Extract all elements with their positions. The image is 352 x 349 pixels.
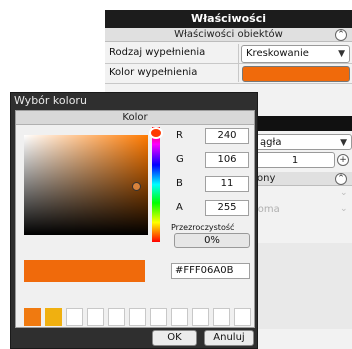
g-input[interactable]: 106 <box>205 152 249 168</box>
recent-swatch-8[interactable] <box>171 308 188 326</box>
color-marker[interactable] <box>132 182 141 191</box>
thickness-stepper[interactable]: 1 <box>255 152 335 168</box>
empty-area <box>255 243 352 329</box>
ok-button[interactable]: OK <box>152 330 197 346</box>
transparency-label: Przezroczystość <box>171 223 235 232</box>
recent-swatch-5[interactable] <box>108 308 125 326</box>
chevron-down-icon: ⌄ <box>340 188 348 198</box>
transparency-input[interactable]: 0% <box>174 233 250 248</box>
color-preview <box>24 260 145 282</box>
stepper-value: 1 <box>291 155 299 166</box>
b-input[interactable]: 11 <box>205 176 249 192</box>
cancel-button[interactable]: Anuluj <box>204 330 254 346</box>
collapse-icon[interactable]: ⌃ <box>335 29 347 41</box>
style-select[interactable]: ągła ▼ <box>255 134 352 150</box>
r-label: R <box>176 130 183 141</box>
chevron-down-icon: ⌄ <box>340 204 348 214</box>
fill-type-select[interactable]: Kreskowanie ▼ <box>241 45 350 63</box>
chevron-down-icon: ▼ <box>338 49 345 59</box>
hue-slider[interactable] <box>152 127 160 242</box>
dialog-body: Kolor R 240 G 106 B 11 A 255 Przezroczys… <box>15 110 255 328</box>
dialog-title: Wybór koloru <box>14 94 87 107</box>
fill-type-label: Rodzaj wypełnienia <box>109 47 206 58</box>
a-input[interactable]: 255 <box>205 200 249 216</box>
recent-swatch-4[interactable] <box>87 308 104 326</box>
recent-swatch-1[interactable] <box>24 308 41 326</box>
properties-title: Właściwości <box>105 10 352 28</box>
saturation-value-area[interactable] <box>24 135 148 235</box>
r-input[interactable]: 240 <box>205 128 249 144</box>
style-select-value: ągła <box>260 137 282 148</box>
section-title: ony <box>257 173 276 184</box>
recent-swatch-7[interactable] <box>150 308 167 326</box>
recent-swatch-2[interactable] <box>45 308 62 326</box>
disabled-option: ioma <box>255 204 280 215</box>
g-label: G <box>176 154 184 165</box>
recent-swatch-9[interactable] <box>192 308 209 326</box>
section-title: Właściwości obiektów <box>174 29 283 40</box>
fill-type-value: Kreskowanie <box>246 48 309 59</box>
black-color-field[interactable] <box>255 116 352 131</box>
fill-color-swatch[interactable] <box>242 66 350 82</box>
row-divider <box>105 83 352 84</box>
recent-swatch-3[interactable] <box>66 308 83 326</box>
dialog-header: Kolor <box>16 111 254 125</box>
hue-marker[interactable] <box>149 127 163 139</box>
fill-color-label: Kolor wypełnienia <box>109 67 198 78</box>
chevron-down-icon: ▼ <box>340 138 347 148</box>
recent-swatch-11[interactable] <box>234 308 251 326</box>
hex-input[interactable]: #FFF06A0B <box>171 263 250 279</box>
section-header-objects[interactable]: Właściwości obiektów <box>105 28 352 42</box>
b-label: B <box>176 178 183 189</box>
recent-swatch-6[interactable] <box>129 308 146 326</box>
plus-icon[interactable]: + <box>337 154 349 166</box>
color-picker-dialog: Wybór koloru Kolor R 240 G 106 B 11 A 25… <box>10 92 258 349</box>
recent-swatch-10[interactable] <box>213 308 230 326</box>
a-label: A <box>176 202 183 213</box>
collapse-icon[interactable]: ⌃ <box>335 173 347 185</box>
